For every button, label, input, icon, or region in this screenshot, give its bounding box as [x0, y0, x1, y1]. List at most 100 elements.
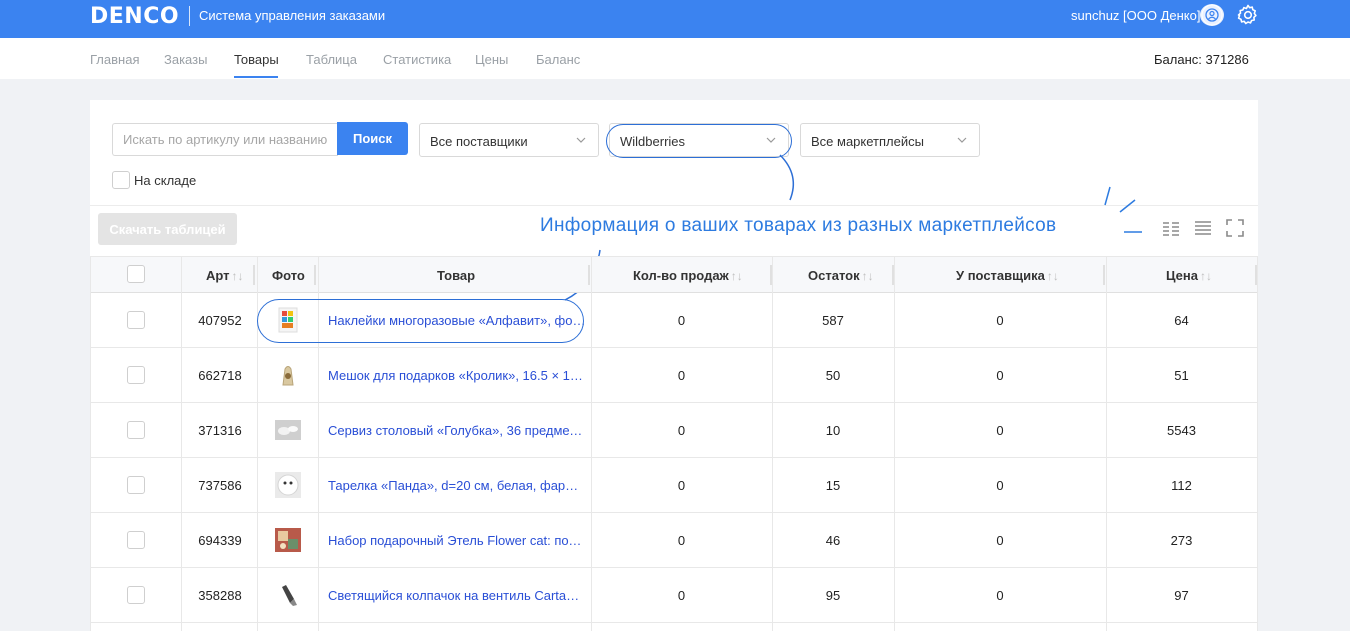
cell-stock: 50: [825, 368, 841, 383]
col-supplier[interactable]: У поставщика ↑↓: [956, 268, 1059, 283]
tab-orders[interactable]: Заказы: [164, 52, 207, 67]
chevron-down-icon: [957, 137, 967, 143]
col-stock[interactable]: Остаток ↑↓: [808, 268, 874, 283]
in-stock-label: На складе: [134, 173, 197, 188]
tab-statistics[interactable]: Статистика: [383, 52, 451, 67]
marketplaces-select-value: Все маркетплейсы: [811, 134, 924, 149]
divider: [90, 205, 1258, 206]
cell-supplier: 0: [996, 313, 1004, 328]
product-link[interactable]: Мешок для подарков «Кролик», 16.5 × 14 с…: [328, 348, 586, 403]
tab-main[interactable]: Главная: [90, 52, 139, 67]
table-row[interactable]: 371316 Сервиз столовый «Голубка», 36 пре…: [91, 403, 1258, 458]
search-button[interactable]: Поиск: [337, 122, 408, 155]
row-checkbox[interactable]: [127, 311, 145, 329]
column-resizer[interactable]: [253, 265, 255, 285]
product-photo[interactable]: [274, 526, 302, 554]
cell-stock: 95: [825, 588, 841, 603]
cell-sales: 0: [677, 478, 686, 493]
user-name[interactable]: sunchuz [ООО Денко]: [1071, 8, 1200, 23]
column-resizer[interactable]: [314, 265, 316, 285]
marketplace-select-value: Wildberries: [620, 134, 686, 149]
product-link[interactable]: Набор подарочный Этель Flower cat: полот…: [328, 513, 586, 568]
cell-stock: 587: [822, 313, 844, 328]
sort-icon[interactable]: ↑↓: [232, 269, 244, 283]
sort-icon[interactable]: ↑↓: [1200, 269, 1212, 283]
product-photo[interactable]: [274, 306, 302, 334]
product-link[interactable]: Тарелка «Панда», d=20 см, белая, фарфор: [328, 458, 586, 513]
table-row[interactable]: 358288 Светящийся колпачок на вентиль Ca…: [91, 568, 1258, 623]
tab-balance[interactable]: Баланс: [536, 52, 580, 67]
chevron-down-icon: [766, 137, 776, 143]
active-tab-indicator: [234, 76, 278, 78]
sort-icon[interactable]: ↑↓: [862, 269, 874, 283]
marketplace-select[interactable]: Wildberries: [609, 123, 789, 157]
supplier-select-value: Все поставщики: [430, 134, 528, 149]
product-photo[interactable]: [274, 416, 302, 444]
app-title: Система управления заказами: [199, 8, 386, 23]
product-photo[interactable]: [274, 471, 302, 499]
table-header: Арт ↑↓ Фото Товар Кол-во продаж ↑↓ Остаток…: [91, 256, 1258, 293]
list-view-icon[interactable]: [1194, 219, 1212, 237]
row-checkbox[interactable]: [127, 586, 145, 604]
top-bar: DENCO Система управления заказами sunchu…: [0, 0, 1350, 38]
col-product: Товар: [437, 268, 476, 283]
cell-stock: 46: [825, 533, 841, 548]
logo[interactable]: DENCO: [90, 4, 179, 29]
column-resizer[interactable]: [1103, 265, 1105, 285]
marketplaces-select[interactable]: Все маркетплейсы: [800, 123, 980, 157]
tab-prices[interactable]: Цены: [475, 52, 508, 67]
balance-value: Баланс: 371286: [1154, 52, 1249, 67]
row-checkbox[interactable]: [127, 531, 145, 549]
search-input[interactable]: [112, 123, 338, 156]
download-table-button[interactable]: Скачать таблицей: [98, 213, 237, 245]
select-all-checkbox[interactable]: [127, 265, 145, 283]
product-photo[interactable]: [274, 361, 302, 389]
cell-sales: 0: [677, 533, 686, 548]
col-price[interactable]: Цена ↑↓: [1166, 268, 1212, 283]
cell-sales: 0: [677, 368, 686, 383]
row-checkbox[interactable]: [127, 476, 145, 494]
chevron-down-icon: [576, 137, 586, 143]
cell-stock: 10: [825, 423, 841, 438]
cell-art: 407952: [198, 313, 242, 328]
table-row[interactable]: 407952 Наклейки многоразовые «Алфавит», …: [91, 293, 1258, 348]
cell-art: 371316: [198, 423, 242, 438]
table-body: 407952 Наклейки многоразовые «Алфавит», …: [91, 293, 1258, 623]
user-icon[interactable]: [1200, 4, 1224, 26]
table-row[interactable]: 662718 Мешок для подарков «Кролик», 16.5…: [91, 348, 1258, 403]
product-link[interactable]: Наклейки многоразовые «Алфавит», формат …: [328, 293, 586, 348]
table-row[interactable]: 694339 Набор подарочный Этель Flower cat…: [91, 513, 1258, 568]
product-link[interactable]: Светящийся колпачок на вентиль Cartage, …: [328, 568, 586, 623]
sort-icon[interactable]: ↑↓: [1047, 269, 1059, 283]
cell-supplier: 0: [996, 478, 1004, 493]
col-sales[interactable]: Кол-во продаж ↑↓: [633, 268, 743, 283]
table-row[interactable]: 737586 Тарелка «Панда», d=20 см, белая, …: [91, 458, 1258, 513]
column-resizer[interactable]: [588, 265, 590, 285]
in-stock-checkbox[interactable]: [112, 171, 130, 189]
tab-products[interactable]: Товары: [234, 52, 279, 67]
product-link[interactable]: Сервиз столовый «Голубка», 36 предметов: [328, 403, 586, 458]
row-checkbox[interactable]: [127, 421, 145, 439]
cell-sales: 0: [677, 588, 686, 603]
cell-price: 112: [1171, 478, 1192, 493]
cell-art: 358288: [198, 588, 242, 603]
columns-view-icon[interactable]: [1162, 219, 1180, 237]
cell-sales: 0: [677, 423, 686, 438]
cell-art: 694339: [198, 533, 242, 548]
cell-supplier: 0: [996, 368, 1004, 383]
cell-stock: 15: [825, 478, 841, 493]
product-photo[interactable]: [274, 581, 302, 609]
col-photo: Фото: [272, 268, 305, 283]
tab-table[interactable]: Таблица: [306, 52, 357, 67]
cell-art: 737586: [198, 478, 242, 493]
gear-icon[interactable]: [1236, 3, 1260, 27]
sort-icon[interactable]: ↑↓: [731, 269, 743, 283]
cell-price: 273: [1170, 533, 1193, 548]
cell-price: 64: [1174, 313, 1189, 328]
row-checkbox[interactable]: [127, 366, 145, 384]
fullscreen-icon[interactable]: [1226, 219, 1244, 237]
supplier-select[interactable]: Все поставщики: [419, 123, 599, 157]
cell-supplier: 0: [996, 533, 1004, 548]
cell-price: 51: [1174, 368, 1189, 383]
col-art[interactable]: Арт ↑↓: [206, 268, 244, 283]
